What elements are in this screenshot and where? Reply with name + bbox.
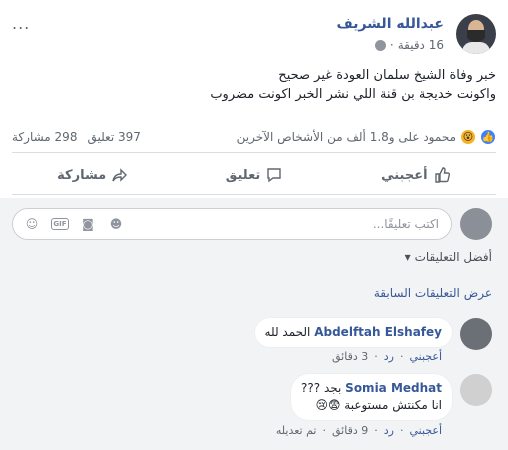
more-options-icon[interactable]: ...: [12, 14, 30, 33]
globe-icon: [374, 39, 386, 51]
comment-placeholder: اكتب تعليقًا...: [372, 217, 439, 231]
post-text-line2: واكونت خديجة بن قنة اللي نشر الخبر اكونت…: [210, 87, 496, 102]
comment: Somia Medhat بجد ??? انا مكنتش مستوعبة 😨…: [12, 374, 492, 444]
comment-button[interactable]: تعليق: [173, 160, 334, 190]
divider: [12, 194, 496, 195]
divider: [12, 152, 496, 153]
share-button[interactable]: مشاركة: [12, 160, 173, 190]
comment-time[interactable]: 3 دقائق: [332, 350, 368, 363]
comment-input[interactable]: اكتب تعليقًا... ☺ GIF ◙ ☻: [12, 208, 452, 240]
view-previous-comments[interactable]: عرض التعليقات السابقة: [374, 286, 492, 300]
share-icon: [112, 168, 128, 182]
comment-text-line2: انا مكنتش مستوعبة 😨😢: [315, 398, 442, 412]
avatar-body: [462, 42, 490, 54]
commenter-avatar[interactable]: [460, 374, 492, 406]
post-card: عبدالله الشريف 16 دقيقة · ... خبر وفاة ا…: [0, 0, 508, 450]
shares-count[interactable]: 298 مشاركة: [12, 130, 77, 144]
current-user-avatar: [460, 208, 492, 240]
comments-count[interactable]: 397 تعليق: [87, 130, 140, 144]
comment-edited[interactable]: تم تعديله: [276, 424, 317, 437]
comment-reply-link[interactable]: رد: [384, 424, 394, 437]
post-text: خبر وفاة الشيخ سلمان العودة غير صحيح واك…: [12, 66, 496, 104]
comment-bubble: Somia Medhat بجد ??? انا مكنتش مستوعبة 😨…: [291, 374, 452, 420]
gif-icon[interactable]: GIF: [51, 218, 69, 230]
post-actions: أعجبني تعليق مشاركة: [12, 160, 496, 190]
top-comments-label: أفضل التعليقات: [414, 250, 492, 264]
wow-reaction-icon: 😮: [460, 129, 476, 145]
comment-meta: أعجبني · رد · 9 دقائق · تم تعديله: [275, 424, 442, 437]
comment-bubble: Abdelftah Elshafey الحمد لله: [254, 318, 452, 347]
post-stats: 👍 😮 محمود على و1.8 ألف من الأشخاص الآخري…: [12, 126, 496, 148]
commenter-avatar[interactable]: [460, 318, 492, 350]
post-time[interactable]: 16 دقيقة: [398, 38, 444, 52]
like-button[interactable]: أعجبني: [335, 160, 496, 190]
reactions-summary[interactable]: 👍 😮 محمود على و1.8 ألف من الأشخاص الآخري…: [237, 129, 496, 145]
post-text-line1: خبر وفاة الشيخ سلمان العودة غير صحيح: [278, 68, 496, 83]
like-reaction-icon: 👍: [480, 129, 496, 145]
comment-label: تعليق: [225, 167, 261, 183]
comment-like-link[interactable]: أعجبني: [409, 424, 442, 437]
share-label: مشاركة: [57, 167, 107, 183]
like-label: أعجبني: [381, 167, 428, 183]
author-name[interactable]: عبدالله الشريف: [337, 16, 444, 32]
composer-icons: ☺ GIF ◙ ☻: [23, 215, 125, 233]
thumbs-up-icon: [434, 167, 450, 183]
reactions-text: محمود على و1.8 ألف من الأشخاص الآخرين: [236, 130, 456, 144]
caret-down-icon: ▾: [404, 250, 411, 264]
post-meta: 16 دقيقة ·: [374, 38, 444, 52]
comment-meta: أعجبني · رد · 3 دقائق: [332, 350, 442, 363]
avatar-beard: [467, 30, 485, 42]
comment-time[interactable]: 9 دقائق: [332, 424, 368, 437]
comment-icon: [267, 168, 281, 183]
emoji-icon[interactable]: ☻: [107, 215, 125, 233]
commenter-name[interactable]: Abdelftah Elshafey: [314, 325, 442, 339]
comment: Abdelftah Elshafey الحمد لله أعجبني · رد…: [12, 318, 492, 368]
top-comments-filter[interactable]: أفضل التعليقات ▾: [405, 250, 492, 264]
comment-like-link[interactable]: أعجبني: [409, 350, 442, 363]
sticker-icon[interactable]: ☺: [23, 215, 41, 233]
comment-reply-link[interactable]: رد: [384, 350, 394, 363]
commenter-name[interactable]: Somia Medhat: [345, 381, 442, 395]
author-avatar[interactable]: [456, 14, 496, 54]
counts: 397 تعليق 298 مشاركة: [12, 130, 141, 144]
comment-text: الحمد لله: [264, 325, 311, 339]
comment-text-line1: بجد ???: [301, 381, 342, 395]
camera-icon[interactable]: ◙: [79, 215, 97, 233]
comments-section: اكتب تعليقًا... ☺ GIF ◙ ☻ أفضل التعليقات…: [0, 198, 508, 450]
